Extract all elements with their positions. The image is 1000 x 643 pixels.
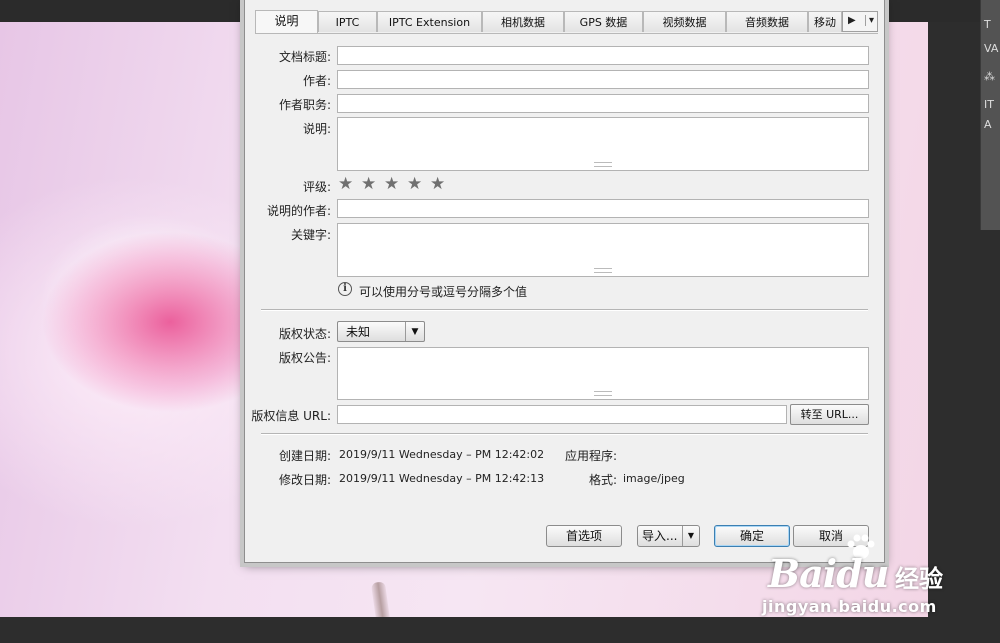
rating-star-2-icon[interactable]: ★ <box>361 176 376 193</box>
author-title-label: 作者职务: <box>278 98 331 112</box>
description-writer-field[interactable] <box>337 199 869 218</box>
watermark-url: jingyan.baidu.com <box>762 597 937 616</box>
author-title-field[interactable] <box>337 94 869 113</box>
tab-next-icon[interactable]: ▶ <box>848 15 856 26</box>
resize-grip-icon[interactable] <box>594 268 612 273</box>
keywords-hint: 可以使用分号或逗号分隔多个值 <box>359 285 528 299</box>
copyright-notice-field[interactable] <box>337 347 869 400</box>
created-date-value: 2019/9/11 Wednesday – PM 12:42:02 <box>339 448 545 461</box>
modified-date-value: 2019/9/11 Wednesday – PM 12:42:13 <box>339 472 545 485</box>
author-label: 作者: <box>302 74 331 88</box>
baseline-shift-icon[interactable]: A <box>984 118 1000 132</box>
copyright-url-label: 版权信息 URL: <box>251 409 331 423</box>
rating-star-1-icon[interactable]: ★ <box>338 176 353 193</box>
author-title-input[interactable] <box>338 95 868 112</box>
author-field[interactable] <box>337 70 869 89</box>
rating-star-4-icon[interactable]: ★ <box>407 176 422 193</box>
tab-bar: 说明 IPTC IPTC Extension 相机数据 GPS 数据 视频数据 … <box>255 10 878 34</box>
resize-grip-icon[interactable] <box>594 391 612 396</box>
doc-title-field[interactable] <box>337 46 869 65</box>
tab-menu-icon[interactable]: ▾ <box>865 15 874 26</box>
copyright-status-label: 版权状态: <box>278 327 331 341</box>
copyright-url-field[interactable] <box>337 405 787 424</box>
vertical-scale-icon[interactable]: IT <box>984 98 1000 112</box>
import-label: 导入... <box>642 529 678 543</box>
description-writer-label: 说明的作者: <box>266 204 331 218</box>
flower-stem <box>370 581 394 617</box>
format-value: image/jpeg <box>623 472 685 485</box>
created-date-label: 创建日期: <box>278 449 331 463</box>
copyright-notice-label: 版权公告: <box>278 351 331 365</box>
copyright-status-value: 未知 <box>346 325 371 339</box>
copyright-url-input[interactable] <box>338 406 786 423</box>
author-input[interactable] <box>338 71 868 88</box>
tab-iptc[interactable]: IPTC <box>318 11 377 32</box>
character-panel-strip: T VA ⁂ IT A <box>980 0 1000 230</box>
resize-grip-icon[interactable] <box>594 162 612 167</box>
tab-camera-data[interactable]: 相机数据 <box>482 11 564 32</box>
chevron-down-icon: ▼ <box>405 322 424 341</box>
tab-video-data[interactable]: 视频数据 <box>643 11 726 32</box>
description-label: 说明: <box>302 122 331 136</box>
description-writer-input[interactable] <box>338 200 868 217</box>
tab-gps-data[interactable]: GPS 数据 <box>564 11 643 32</box>
kerning-icon[interactable]: VA <box>984 42 1000 56</box>
tab-description[interactable]: 说明 <box>255 10 318 33</box>
goto-url-button[interactable]: 转至 URL... <box>790 404 869 425</box>
jingyan-text: 经验 <box>895 565 943 593</box>
baidu-jingyan-watermark: Baidu 经验 jingyan.baidu.com <box>760 534 980 625</box>
format-label: 格式: <box>588 473 617 487</box>
doc-title-label: 文档标题: <box>278 50 331 64</box>
tab-scroll-control: ▶ ▾ <box>842 11 878 32</box>
baidu-logo: Baidu <box>768 551 889 596</box>
keywords-label: 关键字: <box>290 228 331 242</box>
type-tool-icon[interactable]: T <box>984 18 1000 32</box>
application-label: 应用程序: <box>564 449 617 463</box>
divider <box>261 433 868 435</box>
ok-button[interactable]: 确定 <box>714 525 790 547</box>
description-field[interactable] <box>337 117 869 171</box>
tab-audio-data[interactable]: 音频数据 <box>726 11 808 32</box>
modified-date-label: 修改日期: <box>278 473 331 487</box>
copyright-status-select[interactable]: 未知 ▼ <box>337 321 425 342</box>
import-button[interactable]: 导入... ▼ <box>637 525 700 547</box>
rating-label: 评级: <box>302 180 331 194</box>
rating-star-5-icon[interactable]: ★ <box>430 176 445 193</box>
tab-mobile[interactable]: 移动 <box>808 11 842 32</box>
rating-star-3-icon[interactable]: ★ <box>384 176 399 193</box>
divider <box>261 309 868 311</box>
tab-iptc-extension[interactable]: IPTC Extension <box>377 11 482 32</box>
doc-title-input[interactable] <box>338 47 868 64</box>
chevron-down-icon[interactable]: ▼ <box>682 526 699 546</box>
tracking-icon[interactable]: ⁂ <box>984 70 1000 84</box>
file-info-dialog: 说明 IPTC IPTC Extension 相机数据 GPS 数据 视频数据 … <box>244 0 885 563</box>
preferences-button[interactable]: 首选项 <box>546 525 622 547</box>
info-icon: i <box>338 282 352 296</box>
keywords-field[interactable] <box>337 223 869 277</box>
